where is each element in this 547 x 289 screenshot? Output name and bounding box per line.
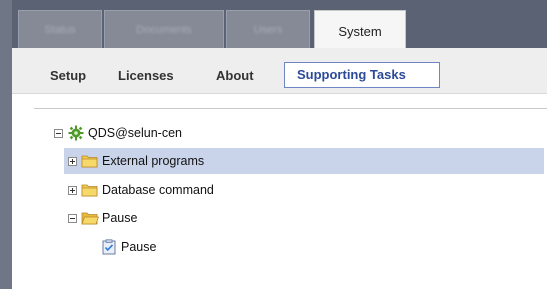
collapse-toggle-icon[interactable]: [68, 213, 77, 223]
tab-users-label: Users: [253, 24, 283, 36]
tree-node-pause-folder[interactable]: Pause: [64, 205, 364, 231]
tab-documents[interactable]: Documents: [104, 10, 224, 48]
content-divider: [34, 108, 547, 109]
subtab-about[interactable]: About: [216, 68, 254, 83]
folder-icon: [81, 182, 99, 198]
tab-system-label: System: [338, 24, 382, 39]
tab-users[interactable]: Users: [226, 10, 310, 48]
subtab-setup[interactable]: Setup: [50, 68, 86, 83]
tab-status[interactable]: Status: [18, 10, 102, 48]
tree-root-label: QDS@selun-cen: [88, 126, 182, 140]
tab-documents-label: Documents: [136, 24, 192, 36]
expand-toggle-icon[interactable]: [68, 185, 77, 195]
tree-root[interactable]: QDS@selun-cen: [54, 120, 354, 146]
subtab-bar: Setup Licenses About Supporting Tasks: [12, 48, 547, 94]
tree-node-label: Database command: [102, 183, 214, 197]
tab-system[interactable]: System: [314, 10, 406, 49]
collapse-toggle-icon[interactable]: [54, 128, 63, 138]
tree-node-label: Pause: [102, 211, 138, 225]
subtab-supporting-tasks[interactable]: Supporting Tasks: [284, 62, 440, 88]
app-window: Status Documents Users System Setup Lice…: [0, 0, 547, 289]
task-icon: [100, 239, 118, 255]
tree-node-label: External programs: [102, 154, 205, 168]
tree-leaf-pause-task[interactable]: Pause: [100, 234, 300, 260]
tree-node-external-programs[interactable]: External programs: [64, 148, 544, 174]
tree-leaf-label: Pause: [121, 240, 157, 254]
tab-status-label: Status: [44, 24, 76, 36]
expand-toggle-icon[interactable]: [68, 156, 77, 166]
left-edge-strip: [0, 0, 12, 289]
gear-icon: [67, 125, 85, 141]
tree-node-database-command[interactable]: Database command: [64, 177, 364, 203]
folder-icon: [81, 153, 99, 169]
subtab-licenses[interactable]: Licenses: [118, 68, 174, 83]
folder-open-icon: [81, 210, 99, 226]
